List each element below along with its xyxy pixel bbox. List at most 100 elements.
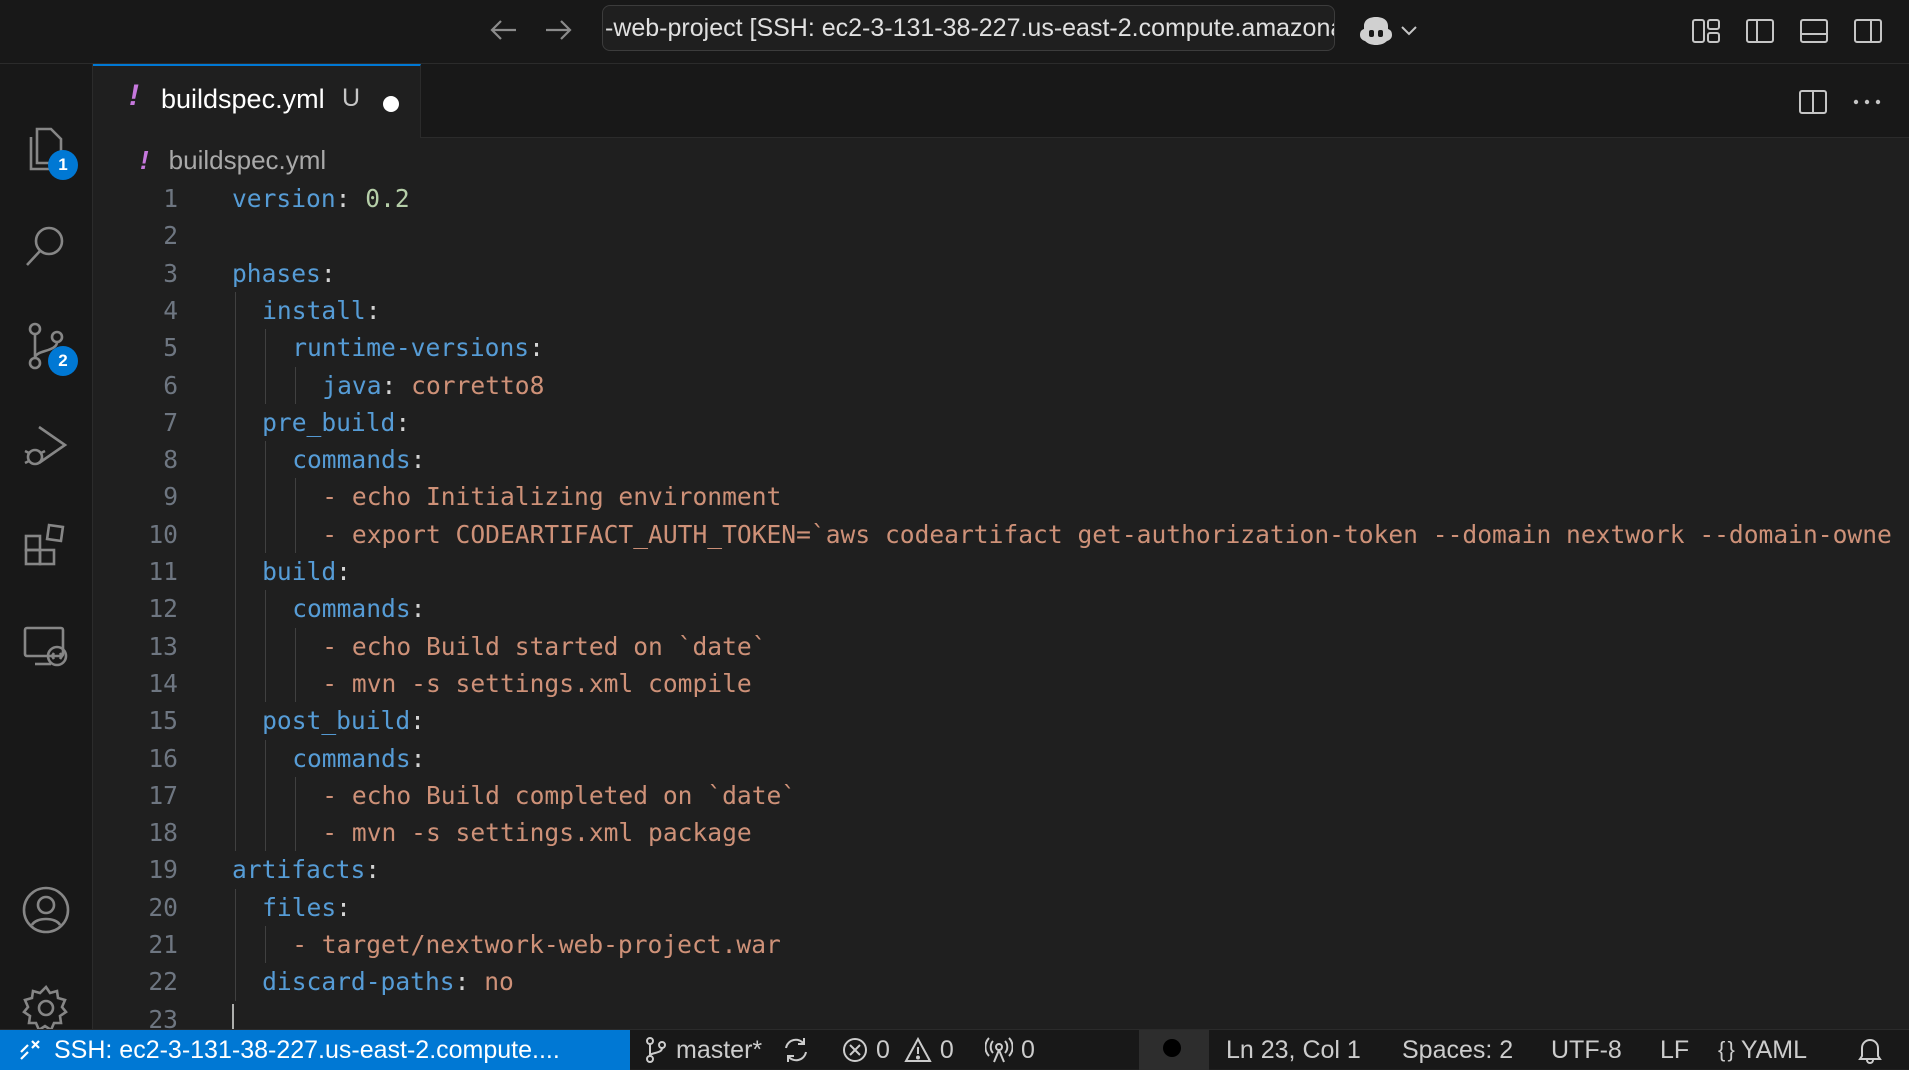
yaml-key: runtime-versions (292, 333, 530, 363)
sync-button[interactable] (782, 1030, 810, 1070)
code-line[interactable]: 14 - mvn -s settings.xml compile (93, 665, 1909, 702)
git-branch-icon (646, 1037, 666, 1063)
more-actions-icon[interactable] (1847, 82, 1887, 122)
run-debug-icon (24, 425, 68, 466)
code-line[interactable]: 18 - mvn -s settings.xml package (93, 814, 1909, 851)
language-mode[interactable]: { } YAML (1718, 1030, 1807, 1070)
indentation[interactable]: Spaces: 2 (1402, 1030, 1513, 1070)
tab-buildspec[interactable]: ! buildspec.yml U (93, 64, 421, 138)
code-text: - echo Build completed on `date` (322, 777, 796, 814)
customize-layout-icon[interactable] (1686, 12, 1726, 50)
code-line[interactable]: 16 commands: (93, 740, 1909, 777)
indent-guide (265, 739, 267, 852)
line-number: 20 (148, 892, 178, 922)
branch-indicator[interactable]: master* (644, 1030, 762, 1070)
notifications-button[interactable] (1857, 1030, 1883, 1070)
encoding[interactable]: UTF-8 (1551, 1030, 1622, 1070)
code-line[interactable]: 5 runtime-versions: (93, 329, 1909, 366)
code-line[interactable]: 20 files: (93, 889, 1909, 926)
remote-explorer-icon (23, 626, 68, 667)
code-editor[interactable]: 1 version: 0.2 2 3 phases: 4 install: 5 runtime-… (93, 186, 1909, 1029)
split-editor-icon[interactable] (1793, 82, 1833, 122)
code-text: build: (262, 553, 351, 590)
code-text: discard-paths: no (262, 963, 514, 1000)
yaml-value: - export CODEARTIFACT_AUTH_TOKEN=`aws co… (322, 519, 1892, 549)
forward-arrow-icon[interactable] (538, 10, 578, 50)
zoom-button[interactable] (1139, 1030, 1209, 1070)
line-number: 13 (148, 631, 178, 661)
code-text: - mvn -s settings.xml compile (322, 665, 751, 702)
code-line[interactable]: 12 commands: (93, 590, 1909, 627)
code-line[interactable]: 1 version: 0.2 (93, 186, 1909, 217)
code-line[interactable]: 4 install: (93, 292, 1909, 329)
code-text: runtime-versions: (292, 329, 544, 366)
code-line[interactable]: 22 discard-paths: no (93, 963, 1909, 1000)
code-line[interactable]: 19 artifacts: (93, 851, 1909, 888)
toggle-secondary-sidebar-icon[interactable] (1848, 12, 1888, 50)
code-line[interactable]: 8 commands: (93, 441, 1909, 478)
code-line[interactable]: 10 - export CODEARTIFACT_AUTH_TOKEN=`aws … (93, 516, 1909, 553)
code-text: - echo Build started on `date` (322, 628, 766, 665)
line-number: 18 (148, 818, 178, 848)
yaml-value: - echo Build started on `date` (322, 631, 767, 661)
toggle-panel-icon[interactable] (1794, 12, 1834, 50)
code-line[interactable]: 3 phases: (93, 255, 1909, 292)
yaml-colon: : (529, 333, 544, 363)
line-number: 22 (148, 967, 178, 997)
line-number: 9 (163, 482, 178, 512)
yaml-colon: : (336, 892, 351, 922)
yaml-value: - echo Initializing environment (322, 482, 782, 512)
remote-indicator[interactable]: SSH: ec2-3-131-38-227.us-east-2.compute.… (0, 1030, 630, 1070)
breadcrumb-file[interactable]: buildspec.yml (169, 145, 327, 175)
run-debug-button[interactable] (14, 414, 78, 478)
explorer-button[interactable]: 1 (14, 118, 78, 182)
code-line[interactable]: 11 build: (93, 553, 1909, 590)
yaml-key: commands (292, 743, 411, 773)
breadcrumb[interactable]: ! buildspec.yml (140, 145, 326, 181)
accounts-button[interactable] (14, 878, 78, 942)
code-line[interactable]: 13 - echo Build started on `date` (93, 628, 1909, 665)
source-control-button[interactable]: 2 (14, 314, 78, 378)
code-line[interactable]: 17 - echo Build completed on `date` (93, 777, 1909, 814)
code-line[interactable]: 9 - echo Initializing environment (93, 478, 1909, 515)
command-center-search[interactable]: -web-project [SSH: ec2-3-131-38-227.us-e… (602, 5, 1335, 51)
code-line[interactable]: 21 - target/nextwork-web-project.war (93, 926, 1909, 963)
status-bar: SSH: ec2-3-131-38-227.us-east-2.compute.… (0, 1029, 1909, 1070)
line-number: 15 (148, 706, 178, 736)
cursor-position[interactable]: Ln 23, Col 1 (1226, 1030, 1361, 1070)
code-line[interactable]: 2 (93, 217, 1909, 254)
yaml-colon: : (336, 557, 351, 586)
yaml-value: - mvn -s settings.xml compile (322, 668, 752, 698)
extensions-button[interactable] (14, 514, 78, 578)
search-button[interactable] (14, 214, 78, 278)
code-line[interactable]: 23 (93, 1001, 1909, 1029)
code-line[interactable]: 7 pre_build: (93, 404, 1909, 441)
code-line[interactable]: 6 java: corretto8 (93, 367, 1909, 404)
language-label: YAML (1740, 1035, 1808, 1064)
yaml-colon: : (410, 743, 426, 773)
back-arrow-icon[interactable] (484, 10, 524, 50)
gear-icon (22, 984, 68, 1032)
indent-guide (295, 776, 297, 852)
end-of-line[interactable]: LF (1660, 1030, 1689, 1070)
account-icon (22, 886, 70, 934)
untracked-status: U (342, 84, 361, 112)
line-number: 23 (148, 1004, 178, 1029)
unsaved-dot-icon[interactable] (383, 96, 399, 112)
copilot-icon (1360, 17, 1392, 45)
code-text: - mvn -s settings.xml package (322, 814, 751, 851)
toggle-primary-sidebar-icon[interactable] (1740, 12, 1780, 50)
code-line[interactable]: 15 post_build: (93, 702, 1909, 739)
indent-guide (265, 926, 267, 964)
yaml-key: version (232, 186, 336, 213)
problems-indicator[interactable]: 0 0 (842, 1030, 954, 1070)
yaml-colon: : (320, 258, 336, 288)
yaml-colon: : (410, 594, 426, 624)
remote-explorer-button[interactable] (14, 614, 78, 678)
copilot-menu-button[interactable] (1358, 12, 1418, 48)
yaml-file-icon: ! (140, 145, 149, 175)
code-text: pre_build: (262, 404, 410, 441)
line-number: 19 (148, 855, 178, 885)
ports-indicator[interactable]: 0 (985, 1030, 1035, 1070)
yaml-colon: : (365, 295, 381, 325)
